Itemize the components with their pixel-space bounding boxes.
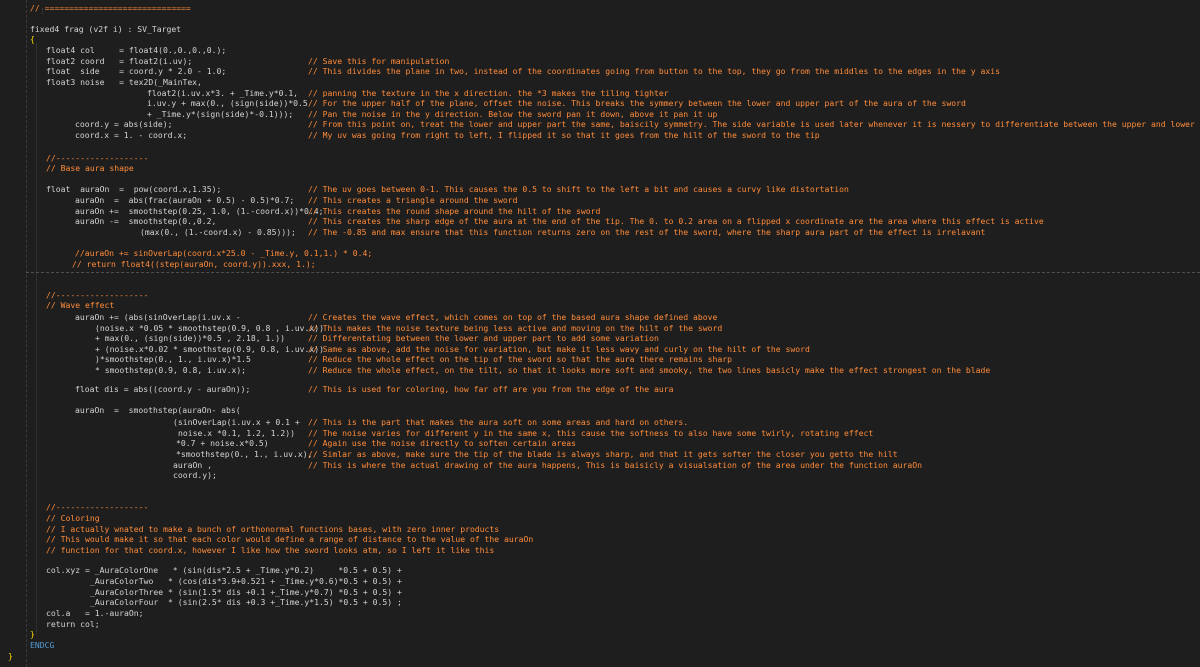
code-line-base-4: auraOn -= smoothstep(0.,0.2, [75,216,217,226]
comment-myuv: // My uv was going from right to left, I… [308,130,820,140]
code-line-coordy: coord.y = abs(side); [75,119,173,129]
code-line-smooth-3: noise.x *0.1, 1.2, 1.2)) [178,428,295,438]
code-line-base-5: (max(0., (1.-coord.x) - 0.85))); [140,227,296,237]
code-line-noise: float3 noise = tex2D(_MainTex, [46,77,202,87]
comment-base-2: // This creates a triangle around the sw… [308,195,518,205]
code-line-noise-4: + _Time.y*(sign(side)*-0.1))); [147,109,294,119]
comment-pan: // Pan the noise in the y direction. Bel… [308,109,718,119]
code-line-commented-2: // return float4((step(auraOn, coord.y))… [72,259,316,269]
comment-panning: // panning the texture in the x directio… [308,88,669,98]
comment-save: // Save this for manipulation [308,56,450,66]
indent-guide [36,44,37,634]
section-title-base: // Base aura shape [46,163,134,173]
comment-coloring-2: // This would make it so that each color… [46,534,534,544]
comment-dis: // This is used for coloring, how far of… [308,384,674,394]
comment-base-3: // This creates the round shape around t… [308,206,601,216]
section-title-coloring: // Coloring [46,513,100,523]
code-line-wave-2: (noise.x *0.05 * smoothstep(0.9, 0.8 , i… [95,323,325,333]
code-line-color-4: _AuraColorFour * (sin(2.5* dis +0.3 +_Ti… [90,597,402,607]
code-line-noise-2: float2(i.uv.x*3. + _Time.y*0.1, [147,88,299,98]
header-comment: // ============================== [30,3,191,13]
separator [26,272,1200,273]
comment-base-4: // This creates the sharp edge of the au… [308,216,1044,226]
comment-divides: // This divides the plane in two, instea… [308,66,1000,76]
section-rule: //------------------- [46,290,149,300]
code-line-base-2: auraOn = abs(frac(auraOn + 0.5) - 0.5)*0… [75,195,295,205]
code-line-wave-3: + max(0., (sign(side))*0.5 , 2.18, 1.)) [95,333,286,343]
code-line-base-1: float auraOn = pow(coord.x,1.35); [46,184,222,194]
frag-declaration: fixed4 frag (v2f i) : SV_Target [30,24,182,34]
comment-from: // From this point on, treat the lower a… [308,119,1200,129]
section-rule: //------------------- [46,153,149,163]
code-line-coordx: coord.x = 1. - coord.x; [75,130,188,140]
comment-smooth-2: // The noise varies for different y in t… [308,428,874,438]
code-line-alpha: col.a = 1.-auraOn; [46,608,144,618]
comment-base-5: // The -0.85 and max ensure that this fu… [308,227,986,237]
section-title-wave: // Wave effect [46,300,115,310]
code-line-wave-6: * smoothstep(0.9, 0.8, i.uv.x); [95,365,247,375]
comment-wave-6: // Reduce the whole effect, on the tilt,… [308,365,991,375]
code-line-coord: float2 coord = float2(i.uv); [46,56,193,66]
final-brace: } [8,651,13,661]
code-line-smooth-7: coord.y); [173,470,217,480]
code-line-return: return col; [46,619,100,629]
code-line-base-3: auraOn += smoothstep(0.25, 1.0, (1.-coor… [75,206,324,216]
code-line-wave-5: )*smoothstep(0., 1., i.uv.x)*1.5 [95,354,251,364]
line-gutter [0,0,27,667]
comment-smooth-3: // Again use the noise directly to softe… [308,438,577,448]
code-line-smooth-1: auraOn = smoothstep(auraOn- abs( [75,405,241,415]
code-line-commented-1: //auraOn += sinOverLap(coord.x*25.0 - _T… [75,248,373,258]
comment-smooth-5: // This is where the actual drawing of t… [308,460,922,470]
code-editor[interactable]: // ============================== fixed4… [0,0,1200,667]
code-line-smooth-6: auraOn , [173,460,212,470]
comment-upper: // For the upper half of the plane, offs… [308,98,966,108]
comment-coloring-3: // function for that coord.x, however I … [46,545,495,555]
code-line-color-3: _AuraColorThree * (sin(1.5* dis +0.1 +_T… [90,587,402,597]
comment-smooth-1: // This is the part that makes the aura … [308,417,689,427]
code-line-color-1: col.xyz = _AuraColorOne * (sin(dis*2.5 +… [46,565,402,575]
comment-base-1: // The uv goes between 0-1. This causes … [308,184,849,194]
comment-wave-5: // Reduce the whole effect on the tip of… [308,354,732,364]
code-line-noise-3: i.uv.y + max(0., (sign(side))*0.5 [147,98,308,108]
endcg-keyword: ENDCG [30,640,55,650]
comment-wave-1: // Creates the wave effect, which comes … [308,312,718,322]
code-line-smooth-2: (sinOverLap(i.uv.x + 0.1 + [173,417,300,427]
section-rule: //------------------- [46,502,149,512]
code-line-wave-4: + (noise.x*0.02 * smoothstep(0.9, 0.8, i… [95,344,325,354]
code-line-dis: float dis = abs((coord.y - auraOn)); [75,384,251,394]
close-brace: } [30,629,35,639]
code-line-smooth-5: *smoothstep(0., 1., i.uv.x), [176,449,313,459]
code-line-col: float4 col = float4(0.,0.,0.,0.); [46,45,227,55]
comment-smooth-4: // Simlar as above, make sure the tip of… [308,449,898,459]
comment-wave-2: // This makes the noise texture being le… [308,323,723,333]
code-line-smooth-4: *0.7 + noise.x*0.5) [176,438,269,448]
comment-wave-4: // Same as above, add the noise for vari… [308,344,810,354]
comment-coloring-1: // I actually wnated to make a bunch of … [46,524,500,534]
open-brace: { [30,34,35,44]
code-line-side: float side = coord.y * 2.0 - 1.0; [46,66,227,76]
code-line-color-2: _AuraColorTwo * (cos(dis*3.9+0.521 + _Ti… [90,576,402,586]
comment-wave-3: // Differentating between the lower and … [308,333,659,343]
code-line-wave-1: auraOn += (abs(sinOverLap(i.uv.x - [75,312,241,322]
